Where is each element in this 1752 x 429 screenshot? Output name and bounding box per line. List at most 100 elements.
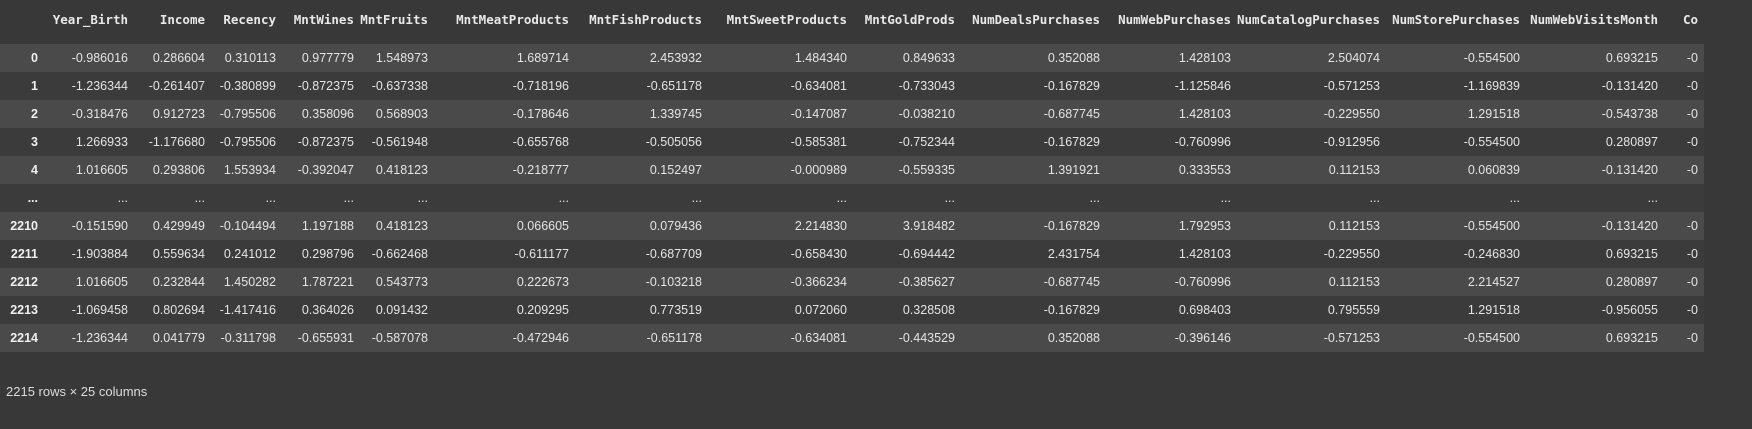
- table-cell: -0.718196: [434, 72, 575, 100]
- table-cell: ...: [282, 184, 360, 212]
- table-cell: -0.311798: [211, 324, 282, 352]
- table-cell: -0.634081: [708, 72, 853, 100]
- table-cell: 2.453932: [575, 44, 708, 72]
- table-row: 2 -0.318476 0.912723 -0.795506 0.358096 0.568…: [0, 100, 1704, 128]
- table-cell: 1.016605: [50, 156, 134, 184]
- table-cell: 0.358096: [282, 100, 360, 128]
- table-cell: -0.651178: [575, 72, 708, 100]
- column-header: MntWines: [282, 0, 360, 38]
- table-cell: 0.429949: [134, 212, 211, 240]
- table-cell: 0.280897: [1526, 268, 1664, 296]
- table-cell: 0.152497: [575, 156, 708, 184]
- table-cell: 1.450282: [211, 268, 282, 296]
- table-cell: 1.428103: [1106, 240, 1237, 268]
- table-cell: -0.554500: [1386, 212, 1526, 240]
- table-cell: 1.016605: [50, 268, 134, 296]
- table-cell: 0.693215: [1526, 324, 1664, 352]
- table-cell: -0.760996: [1106, 268, 1237, 296]
- column-header: MntGoldProds: [853, 0, 961, 38]
- table-cell: 0.328508: [853, 296, 961, 324]
- table-cell: 0.241012: [211, 240, 282, 268]
- column-header: NumWebPurchases: [1106, 0, 1237, 38]
- table-cell: 0.310113: [211, 44, 282, 72]
- table-cell: -1.903884: [50, 240, 134, 268]
- table-cell: 3.918482: [853, 212, 961, 240]
- table-cell: -0.559335: [853, 156, 961, 184]
- table-cell: 0.802694: [134, 296, 211, 324]
- table-cell: 1.428103: [1106, 100, 1237, 128]
- dataframe-output: Year_Birth Income Recency MntWines MntFruits…: [0, 0, 1752, 429]
- table-cell: ...: [1237, 184, 1386, 212]
- row-index: 4: [0, 156, 50, 184]
- table-cell: -0.571253: [1237, 324, 1386, 352]
- table-cell: 1.792953: [1106, 212, 1237, 240]
- table-cell: -0.687745: [961, 100, 1106, 128]
- table-cell: -0.585381: [708, 128, 853, 156]
- table-cell: 0.091432: [360, 296, 434, 324]
- table-cell: 1.484340: [708, 44, 853, 72]
- table-cell: -0.261407: [134, 72, 211, 100]
- table-cell: -0.229550: [1237, 240, 1386, 268]
- table-cell: ...: [211, 184, 282, 212]
- row-index: 2214: [0, 324, 50, 352]
- table-cell: 1.291518: [1386, 296, 1526, 324]
- table-cell: -0.795506: [211, 100, 282, 128]
- table-cell: -0.167829: [961, 72, 1106, 100]
- column-header: MntFruits: [360, 0, 434, 38]
- table-cell: 0.066605: [434, 212, 575, 240]
- table-cell: 0.693215: [1526, 240, 1664, 268]
- table-cell: -0.912956: [1237, 128, 1386, 156]
- table-cell: -0.038210: [853, 100, 961, 128]
- table-cell: -0.131420: [1526, 212, 1664, 240]
- table-cell: -0.151590: [50, 212, 134, 240]
- table-cell: 2.214830: [708, 212, 853, 240]
- row-index: 0: [0, 44, 50, 72]
- table-cell: 1.553934: [211, 156, 282, 184]
- table-cell: -0.561948: [360, 128, 434, 156]
- table-cell: 0.298796: [282, 240, 360, 268]
- table-cell: -0.000989: [708, 156, 853, 184]
- table-cell: 0.773519: [575, 296, 708, 324]
- table-cell: -0.637338: [360, 72, 434, 100]
- dataframe-table-container[interactable]: Year_Birth Income Recency MntWines MntFruits…: [0, 0, 1752, 352]
- table-cell: -0.872375: [282, 72, 360, 100]
- table-cell: -0.366234: [708, 268, 853, 296]
- table-cell: 1.689714: [434, 44, 575, 72]
- table-cell: -0.655931: [282, 324, 360, 352]
- column-header: Co: [1664, 0, 1704, 38]
- table-cell: 0.418123: [360, 212, 434, 240]
- table-cell: 0.072060: [708, 296, 853, 324]
- table-cell: -1.176680: [134, 128, 211, 156]
- table-cell: -0.543738: [1526, 100, 1664, 128]
- row-index: 2: [0, 100, 50, 128]
- table-cell: 0.693215: [1526, 44, 1664, 72]
- table-cell: -0.587078: [360, 324, 434, 352]
- table-cell: -0.167829: [961, 128, 1106, 156]
- table-row: 1 -1.236344 -0.261407 -0.380899 -0.872375 -0.…: [0, 72, 1704, 100]
- table-cell: 1.197188: [282, 212, 360, 240]
- table-cell: -0.571253: [1237, 72, 1386, 100]
- table-cell: 0.364026: [282, 296, 360, 324]
- table-cell: ...: [134, 184, 211, 212]
- table-row: 0 -0.986016 0.286604 0.310113 0.977779 1.5489…: [0, 44, 1704, 72]
- table-cell: -1.125846: [1106, 72, 1237, 100]
- table-cell: 2.431754: [961, 240, 1106, 268]
- table-cell: -0.167829: [961, 296, 1106, 324]
- table-cell: -0.872375: [282, 128, 360, 156]
- table-cell: -0.662468: [360, 240, 434, 268]
- table-cell: 0.232844: [134, 268, 211, 296]
- row-index: 2211: [0, 240, 50, 268]
- table-cell: 1.428103: [1106, 44, 1237, 72]
- table-cell: -0.655768: [434, 128, 575, 156]
- table-cell: -0.443529: [853, 324, 961, 352]
- table-cell: -0: [1664, 44, 1704, 72]
- table-cell: 1.266933: [50, 128, 134, 156]
- row-index: 2213: [0, 296, 50, 324]
- table-cell: ...: [434, 184, 575, 212]
- table-cell: 0.849633: [853, 44, 961, 72]
- table-cell: -0.505056: [575, 128, 708, 156]
- column-header: NumWebVisitsMonth: [1526, 0, 1664, 38]
- table-cell: -0.380899: [211, 72, 282, 100]
- table-cell: -0: [1664, 268, 1704, 296]
- table-cell: 0.060839: [1386, 156, 1526, 184]
